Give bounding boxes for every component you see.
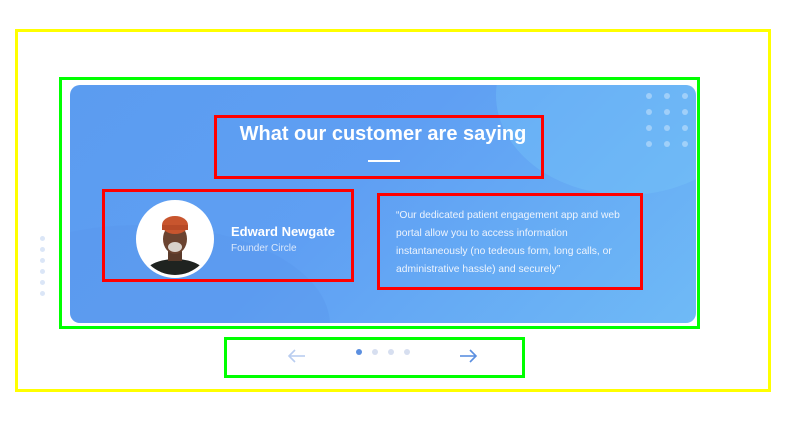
testimonial-quote: “Our dedicated patient engagement app an…	[396, 210, 620, 275]
annotation-box-controls	[224, 337, 525, 378]
section-title: What our customer are saying	[239, 123, 527, 145]
title-underline	[368, 160, 400, 162]
avatar	[136, 200, 214, 278]
author-name: Edward Newgate	[231, 224, 336, 239]
testimonial-section: What our customer are saying Edward Newg…	[0, 0, 806, 435]
author-role: Founder Circle	[231, 243, 297, 254]
avatar-portrait-icon	[139, 203, 211, 275]
